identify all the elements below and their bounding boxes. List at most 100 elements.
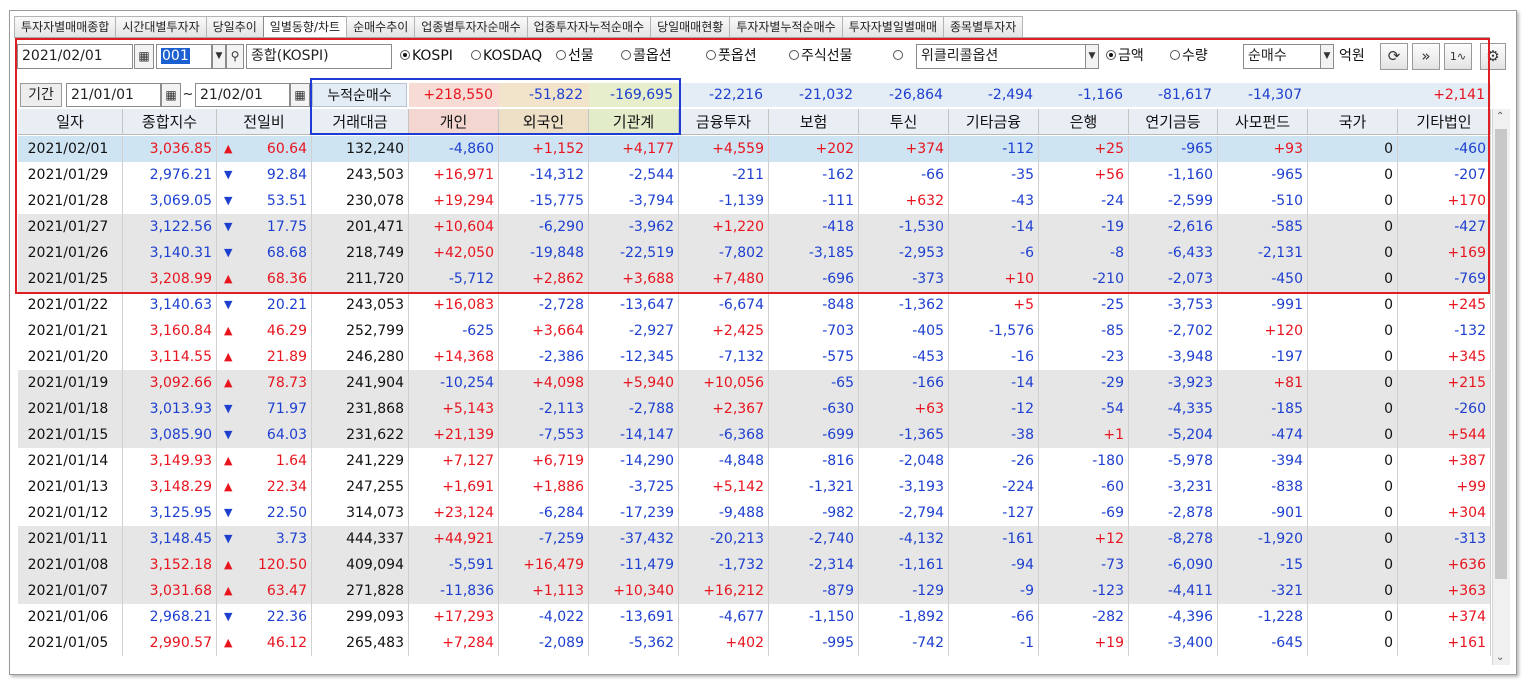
cell-text: -60 bbox=[1101, 479, 1124, 495]
column-header[interactable]: 거래대금 bbox=[312, 109, 409, 135]
table-row[interactable]: 2021/01/25 3,208.99 ▲ 68.36 211,720 -5,712 +2,… bbox=[18, 266, 1491, 292]
table-row[interactable]: 2021/01/07 3,031.68 ▲ 63.47 271,828 -11,836 +1… bbox=[18, 578, 1491, 604]
table-row[interactable]: 2021/01/26 3,140.31 ▼ 68.68 218,749 +42,050 -1… bbox=[18, 240, 1491, 266]
column-header[interactable]: 기타법인 bbox=[1398, 109, 1491, 135]
column-header[interactable]: 일자 bbox=[18, 109, 123, 135]
table-row[interactable]: 2021/01/22 3,140.63 ▼ 20.21 243,053 +16,083 -2… bbox=[18, 292, 1491, 318]
radio-call-option[interactable]: 콜옵션 bbox=[621, 44, 672, 68]
column-header[interactable]: 기관계 bbox=[589, 109, 679, 135]
table-row[interactable]: 2021/01/29 2,976.21 ▼ 92.84 243,503 +16,971 -1… bbox=[18, 162, 1491, 188]
column-header[interactable]: 국가 bbox=[1308, 109, 1398, 135]
cell-text: -5,362 bbox=[628, 635, 674, 651]
table-row[interactable]: 2021/01/20 3,114.55 ▲ 21.89 246,280 +14,368 -2… bbox=[18, 344, 1491, 370]
table-cell: -43 bbox=[949, 188, 1039, 214]
cell-text: -8 bbox=[1110, 245, 1124, 261]
radio-put-option[interactable]: 풋옵션 bbox=[706, 44, 757, 68]
calendar-icon[interactable]: ▦ bbox=[290, 83, 310, 107]
mode-select[interactable]: 순매수 bbox=[1243, 44, 1321, 69]
cell-text: -69 bbox=[1101, 505, 1124, 521]
tab-7[interactable]: 당일매매현황 bbox=[650, 16, 731, 37]
gear-icon[interactable]: ⚙ bbox=[1480, 43, 1506, 70]
table-row[interactable]: 2021/01/28 3,069.05 ▼ 53.51 230,078 +19,294 -1… bbox=[18, 188, 1491, 214]
radio-kosdaq[interactable]: KOSDAQ bbox=[471, 44, 542, 68]
tab-6[interactable]: 업종투자자누적순매수 bbox=[526, 16, 652, 37]
table-row[interactable]: 2021/01/14 3,149.93 ▲ 1.64 241,229 +7,127 +6,7… bbox=[18, 448, 1491, 474]
tab-5[interactable]: 업종별투자자순매수 bbox=[414, 16, 528, 37]
calendar-icon[interactable]: ▦ bbox=[161, 83, 181, 107]
table-row[interactable]: 2021/01/12 3,125.95 ▼ 22.50 314,073 +23,124 -6… bbox=[18, 500, 1491, 526]
calendar-icon[interactable]: ▦ bbox=[134, 44, 154, 69]
cumulative-value: -22,216 bbox=[679, 83, 769, 107]
next-icon[interactable]: » bbox=[1412, 43, 1440, 70]
table-cell: 3,013.93 bbox=[123, 396, 217, 422]
table-cell: -29 bbox=[1039, 370, 1129, 396]
column-header[interactable]: 개인 bbox=[409, 109, 499, 135]
table-row[interactable]: 2021/01/05 2,990.57 ▲ 46.12 265,483 +7,284 -2,… bbox=[18, 630, 1491, 656]
radio-amount[interactable]: 금액 bbox=[1106, 44, 1144, 68]
cell-text: -13,647 bbox=[619, 297, 674, 313]
table-row[interactable]: 2021/01/11 3,148.45 ▼ 3.73 444,337 +44,921 -7,… bbox=[18, 526, 1491, 552]
table-cell: -3,794 bbox=[589, 188, 679, 214]
chevron-down-icon[interactable]: ▼ bbox=[1320, 44, 1334, 69]
cell-text: -4,132 bbox=[898, 531, 944, 547]
table-cell: -1,362 bbox=[859, 292, 949, 318]
table-row[interactable]: 2021/01/06 2,968.21 ▼ 22.36 299,093 +17,293 -4… bbox=[18, 604, 1491, 630]
table-row[interactable]: 2021/01/19 3,092.66 ▲ 78.73 241,904 -10,254 +4… bbox=[18, 370, 1491, 396]
radio-weekly-option[interactable] bbox=[893, 44, 905, 68]
code-input[interactable]: 001 bbox=[156, 44, 212, 69]
table-row[interactable]: 2021/01/15 3,085.90 ▼ 64.03 231,622 +21,139 -7… bbox=[18, 422, 1491, 448]
radio-quantity[interactable]: 수량 bbox=[1170, 44, 1208, 68]
radio-stock-futures[interactable]: 주식선물 bbox=[789, 44, 853, 68]
column-header[interactable]: 사모펀드 bbox=[1218, 109, 1308, 135]
column-header[interactable]: 종합지수 bbox=[123, 109, 217, 135]
tab-8[interactable]: 투자자별누적순매수 bbox=[729, 16, 843, 37]
tab-1[interactable]: 시간대별투자자 bbox=[115, 16, 207, 37]
chart-icon[interactable]: 1∿ bbox=[1444, 43, 1472, 70]
column-header[interactable]: 투신 bbox=[859, 109, 949, 135]
search-icon[interactable]: ⚲ bbox=[226, 44, 244, 69]
date-input[interactable]: 2021/02/01 bbox=[17, 44, 133, 69]
scroll-down-icon[interactable]: ⌄ bbox=[1496, 652, 1504, 663]
chevron-down-icon[interactable]: ▼ bbox=[212, 44, 226, 69]
table-row[interactable]: 2021/01/08 3,152.18 ▲ 120.50 409,094 -5,591 +1… bbox=[18, 552, 1491, 578]
table-row[interactable]: 2021/02/01 3,036.85 ▲ 60.64 132,240 -4,860 +1,… bbox=[18, 136, 1491, 162]
column-header[interactable]: 금융투자 bbox=[679, 109, 769, 135]
table-cell: -69 bbox=[1039, 500, 1129, 526]
table-cell: 3,160.84 bbox=[123, 318, 217, 344]
tab-3[interactable]: 일별동향/차트 bbox=[262, 16, 348, 38]
table-row[interactable]: 2021/01/27 3,122.56 ▼ 17.75 201,471 +10,604 -6… bbox=[18, 214, 1491, 240]
cell-text: +304 bbox=[1447, 505, 1486, 521]
radio-futures[interactable]: 선물 bbox=[556, 44, 594, 68]
column-header[interactable]: 외국인 bbox=[499, 109, 589, 135]
table-cell: 314,073 bbox=[312, 500, 409, 526]
cell-text: 2021/01/18 bbox=[27, 401, 109, 417]
period-from-input[interactable]: 21/01/01 bbox=[66, 83, 161, 107]
column-header[interactable]: 기타금융 bbox=[949, 109, 1039, 135]
chevron-down-icon[interactable]: ▼ bbox=[1085, 44, 1099, 69]
cell-text: 2021/01/15 bbox=[27, 427, 109, 443]
radio-kospi[interactable]: KOSPI bbox=[400, 44, 453, 68]
tab-4[interactable]: 순매수추이 bbox=[346, 16, 416, 37]
table-cell: -1,321 bbox=[769, 474, 859, 500]
column-header[interactable]: 은행 bbox=[1039, 109, 1129, 135]
column-header[interactable]: 전일비 bbox=[217, 109, 312, 135]
tab-10[interactable]: 종목별투자자 bbox=[943, 16, 1024, 37]
scroll-up-icon[interactable]: ⌃ bbox=[1496, 111, 1504, 122]
table-cell: -19,848 bbox=[499, 240, 589, 266]
refresh-icon[interactable]: ⟳ bbox=[1380, 43, 1408, 70]
column-header[interactable]: 보험 bbox=[769, 109, 859, 135]
cell-text: +12 bbox=[1094, 531, 1124, 547]
weekly-option-select[interactable]: 위클리콜옵션 bbox=[916, 44, 1086, 69]
period-to-input[interactable]: 21/02/01 bbox=[195, 83, 290, 107]
column-header[interactable]: 연기금등 bbox=[1129, 109, 1218, 135]
table-row[interactable]: 2021/01/18 3,013.93 ▼ 71.97 231,868 +5,143 -2,… bbox=[18, 396, 1491, 422]
table-row[interactable]: 2021/01/13 3,148.29 ▲ 22.34 247,255 +1,691 +1,… bbox=[18, 474, 1491, 500]
table-cell: -1,576 bbox=[949, 318, 1039, 344]
tab-9[interactable]: 투자자별일별매매 bbox=[841, 16, 945, 37]
vertical-scrollbar[interactable]: ⌃ ⌄ bbox=[1492, 109, 1510, 665]
tab-2[interactable]: 당일추이 bbox=[205, 16, 264, 37]
tab-0[interactable]: 투자자별매매종합 bbox=[14, 16, 117, 37]
table-row[interactable]: 2021/01/21 3,160.84 ▲ 46.29 252,799 -625 +3,66… bbox=[18, 318, 1491, 344]
table-cell: -630 bbox=[769, 396, 859, 422]
scrollbar-thumb[interactable] bbox=[1495, 129, 1507, 579]
